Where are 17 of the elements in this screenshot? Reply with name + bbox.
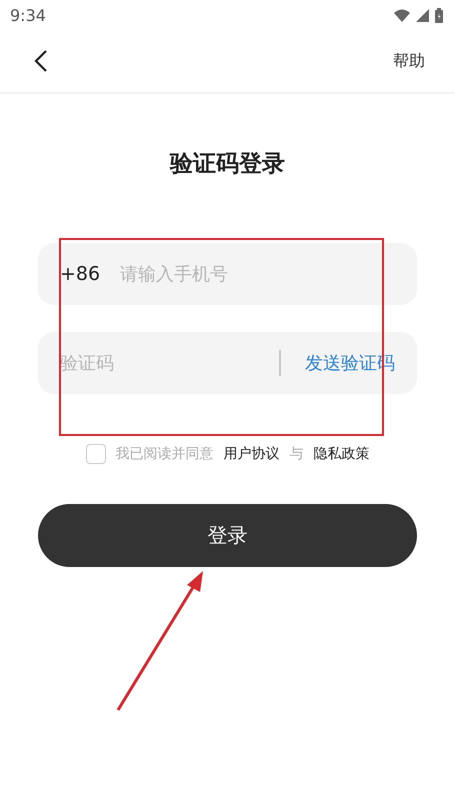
login-button[interactable]: 登录 — [38, 504, 417, 567]
signal-icon — [416, 8, 429, 22]
conjunction-text: 与 — [290, 445, 304, 463]
battery-icon — [435, 8, 443, 22]
country-code: +86 — [60, 263, 100, 285]
phone-field[interactable]: +86 请输入手机号 — [38, 243, 417, 305]
back-button[interactable] — [34, 49, 48, 73]
agree-checkbox[interactable] — [86, 444, 106, 464]
code-input[interactable]: 验证码 — [60, 343, 269, 383]
agreement-text: 我已阅读并同意 — [116, 445, 214, 463]
user-agreement-link[interactable]: 用户协议 — [224, 445, 280, 463]
wifi-icon — [394, 8, 410, 22]
page-title: 验证码登录 — [168, 150, 286, 179]
status-time: 9:34 — [10, 6, 46, 24]
phone-input[interactable]: 请输入手机号 — [120, 254, 395, 294]
help-button[interactable]: 帮助 — [393, 50, 425, 72]
privacy-policy-link[interactable]: 隐私政策 — [314, 445, 370, 463]
